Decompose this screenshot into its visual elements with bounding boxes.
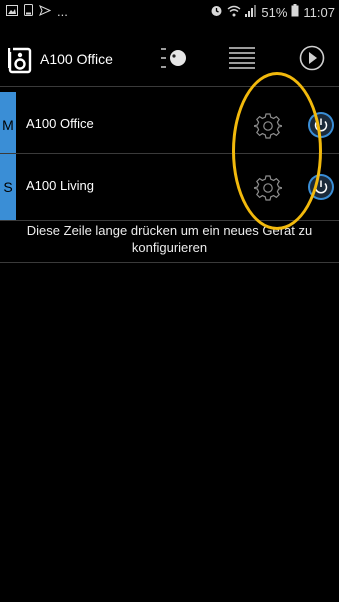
signal-icon [245, 4, 257, 20]
play-button[interactable] [294, 42, 330, 78]
device-row-living[interactable]: S A100 Living [0, 154, 339, 220]
alarm-icon [210, 4, 223, 20]
phone-icon [24, 4, 33, 19]
device-role-badge: M [0, 92, 16, 158]
image-icon [6, 4, 18, 19]
device-row-office[interactable]: M A100 Office [0, 92, 339, 158]
device-name: A100 Office [26, 116, 94, 131]
gear-icon[interactable] [253, 174, 283, 202]
status-left: ... [6, 4, 68, 19]
gear-icon[interactable] [253, 112, 283, 140]
volume-button[interactable] [157, 42, 193, 78]
app-bar: A100 Office [0, 30, 339, 85]
add-device-hint[interactable]: Diese Zeile lange drücken um ein neues G… [0, 222, 339, 256]
device-name: A100 Living [26, 178, 94, 193]
hint-divider [0, 262, 339, 263]
status-ellipsis: ... [57, 4, 68, 19]
current-device-title: A100 Office [40, 51, 113, 67]
row-divider [0, 220, 339, 221]
playlist-button[interactable] [224, 42, 260, 78]
header-divider [0, 86, 339, 87]
list-icon [227, 44, 257, 77]
power-icon[interactable] [307, 173, 335, 201]
clock: 11:07 [303, 4, 335, 20]
send-icon [39, 4, 52, 19]
status-bar: ... 51% 11:07 [0, 0, 339, 24]
battery-percent: 51% [261, 4, 288, 20]
volume-knob-icon [159, 44, 191, 77]
device-role-badge: S [0, 154, 16, 220]
play-icon [298, 44, 326, 77]
power-icon[interactable] [307, 111, 335, 139]
battery-icon [291, 4, 299, 20]
status-right: 51% 11:07 [210, 4, 335, 20]
speaker-icon[interactable] [7, 46, 32, 74]
wifi-icon [227, 5, 241, 20]
